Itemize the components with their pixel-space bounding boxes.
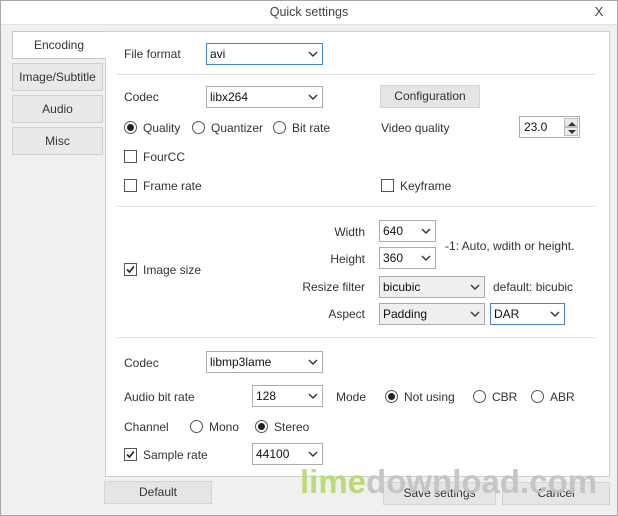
tab-audio[interactable]: Audio bbox=[12, 95, 103, 123]
file-format-label: File format bbox=[124, 47, 181, 61]
audio-bitrate-label: Audio bit rate bbox=[124, 390, 195, 404]
channel-label: Channel bbox=[124, 420, 169, 434]
tab-misc[interactable]: Misc bbox=[12, 127, 103, 155]
watermark-part1: lime bbox=[300, 463, 367, 500]
keyframe-checkbox[interactable] bbox=[381, 179, 394, 192]
aspect-mode-select[interactable]: Padding bbox=[379, 303, 485, 325]
radio-not-using-label: Not using bbox=[404, 390, 455, 404]
sample-rate-value: 44100 bbox=[256, 447, 290, 461]
audio-codec-value: libmp3lame bbox=[210, 355, 272, 369]
radio-cbr[interactable] bbox=[473, 390, 486, 403]
resize-hint-text: default: bicubic bbox=[493, 280, 574, 294]
close-icon[interactable]: X bbox=[591, 4, 607, 20]
audio-bitrate-value: 128 bbox=[256, 389, 277, 403]
radio-quantizer-label: Quantizer bbox=[211, 121, 264, 135]
keyframe-label: Keyframe bbox=[400, 179, 452, 193]
video-codec-select[interactable]: libx264 bbox=[206, 86, 323, 108]
radio-quality-label: Quality bbox=[143, 121, 181, 135]
fourcc-label: FourCC bbox=[143, 150, 186, 164]
default-button[interactable]: Default bbox=[104, 481, 212, 504]
aspect-label: Aspect bbox=[328, 307, 365, 321]
spin-down-icon[interactable] bbox=[564, 127, 578, 136]
window-title: Quick settings bbox=[269, 5, 349, 19]
divider bbox=[117, 206, 595, 207]
chevron-down-icon bbox=[308, 90, 318, 104]
chevron-down-icon bbox=[308, 355, 318, 369]
radio-abr-label: ABR bbox=[550, 390, 575, 404]
audio-bitrate-select[interactable]: 128 bbox=[252, 385, 323, 407]
radio-abr[interactable] bbox=[531, 390, 544, 403]
chevron-down-icon bbox=[308, 47, 318, 61]
fourcc-checkbox[interactable] bbox=[124, 150, 137, 163]
chevron-down-icon bbox=[308, 389, 318, 403]
title-bar: Quick settings X bbox=[1, 1, 617, 25]
framerate-label: Frame rate bbox=[143, 179, 202, 193]
configuration-button[interactable]: Configuration bbox=[380, 85, 480, 108]
tab-image-subtitle[interactable]: Image/Subtitle bbox=[12, 63, 103, 91]
video-quality-value: 23.0 bbox=[524, 120, 548, 134]
resize-filter-label: Resize filter bbox=[302, 280, 365, 294]
aspect-type-select[interactable]: DAR bbox=[490, 303, 565, 325]
width-value: 640 bbox=[383, 224, 404, 238]
video-quality-label: Video quality bbox=[381, 121, 450, 135]
height-label: Height bbox=[330, 252, 365, 266]
width-label: Width bbox=[334, 225, 365, 239]
spin-up-icon[interactable] bbox=[564, 118, 578, 127]
watermark-logo: limedownload.com bbox=[300, 463, 597, 501]
radio-stereo[interactable] bbox=[255, 420, 268, 433]
radio-mono[interactable] bbox=[190, 420, 203, 433]
radio-bitrate-label: Bit rate bbox=[292, 121, 331, 135]
chevron-down-icon bbox=[550, 307, 560, 321]
height-value: 360 bbox=[383, 251, 404, 265]
audio-codec-select[interactable]: libmp3lame bbox=[206, 351, 323, 373]
image-size-label: Image size bbox=[143, 263, 202, 277]
tab-encoding[interactable]: Encoding bbox=[12, 31, 106, 59]
radio-not-using[interactable] bbox=[385, 390, 398, 403]
sample-rate-label: Sample rate bbox=[143, 448, 208, 462]
video-codec-value: libx264 bbox=[210, 90, 249, 104]
size-hint-text: -1: Auto, wdith or height. bbox=[445, 239, 575, 253]
radio-bitrate[interactable] bbox=[273, 121, 286, 134]
aspect-type-value: DAR bbox=[494, 307, 520, 321]
audio-codec-label: Codec bbox=[124, 356, 159, 370]
chevron-down-icon bbox=[308, 447, 318, 461]
radio-mono-label: Mono bbox=[209, 420, 240, 434]
watermark-part2: download.com bbox=[366, 463, 598, 500]
chevron-down-icon bbox=[421, 224, 431, 238]
chevron-down-icon bbox=[421, 251, 431, 265]
radio-cbr-label: CBR bbox=[492, 390, 518, 404]
audio-mode-label: Mode bbox=[336, 390, 367, 404]
resize-filter-value: bicubic bbox=[383, 280, 421, 294]
image-size-checkbox[interactable] bbox=[124, 263, 137, 276]
file-format-select[interactable]: avi bbox=[206, 43, 323, 65]
divider bbox=[117, 337, 595, 338]
height-select[interactable]: 360 bbox=[379, 247, 436, 269]
radio-quantizer[interactable] bbox=[192, 121, 205, 134]
file-format-value: avi bbox=[210, 47, 226, 61]
video-codec-label: Codec bbox=[124, 90, 159, 104]
sample-rate-select[interactable]: 44100 bbox=[252, 443, 323, 465]
aspect-mode-value: Padding bbox=[383, 307, 428, 321]
chevron-down-icon bbox=[470, 280, 480, 294]
video-quality-spinner[interactable]: 23.0 bbox=[519, 116, 580, 138]
resize-filter-select[interactable]: bicubic bbox=[379, 276, 485, 298]
divider bbox=[117, 74, 595, 75]
quick-settings-window: Quick settings X Encoding Image/Subtitle… bbox=[0, 0, 618, 516]
chevron-down-icon bbox=[470, 307, 480, 321]
radio-quality[interactable] bbox=[124, 121, 137, 134]
sample-rate-checkbox[interactable] bbox=[124, 448, 137, 461]
radio-stereo-label: Stereo bbox=[274, 420, 310, 434]
width-select[interactable]: 640 bbox=[379, 220, 436, 242]
framerate-checkbox[interactable] bbox=[124, 179, 137, 192]
